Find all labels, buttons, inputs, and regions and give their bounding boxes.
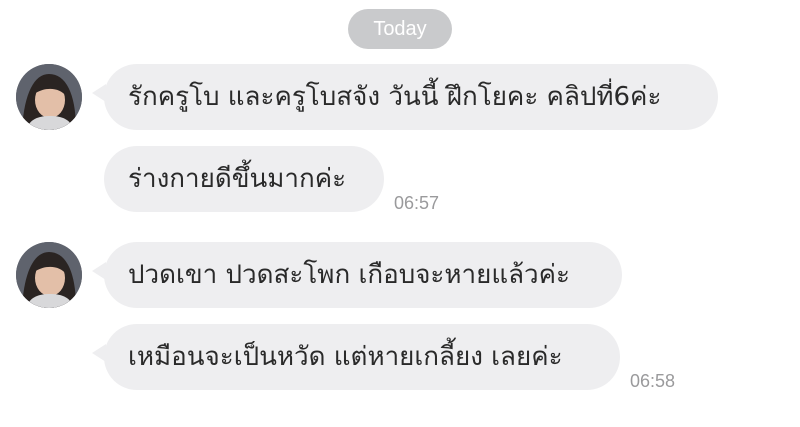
- date-separator: Today: [348, 9, 452, 49]
- message-bubble[interactable]: ร่างกายดีขึ้นมากค่ะ: [104, 146, 384, 212]
- message-timestamp: 06:58: [630, 371, 676, 391]
- avatar-photo-icon: [16, 242, 82, 308]
- message-timestamp: 06:57: [394, 193, 440, 213]
- message-bubble[interactable]: เหมือนจะเป็นหวัด แต่หายเกลี้ยง เลยค่ะ: [104, 324, 620, 390]
- sender-avatar[interactable]: [16, 242, 82, 308]
- message-bubble[interactable]: ปวดเขา ปวดสะโพก เกือบจะหายแล้วค่ะ: [104, 242, 622, 308]
- avatar-photo-icon: [16, 64, 82, 130]
- sender-avatar[interactable]: [16, 64, 82, 130]
- message-bubble[interactable]: รักครูโบ และครูโบสจัง วันนี้ ฝึกโยคะ คลิ…: [104, 64, 718, 130]
